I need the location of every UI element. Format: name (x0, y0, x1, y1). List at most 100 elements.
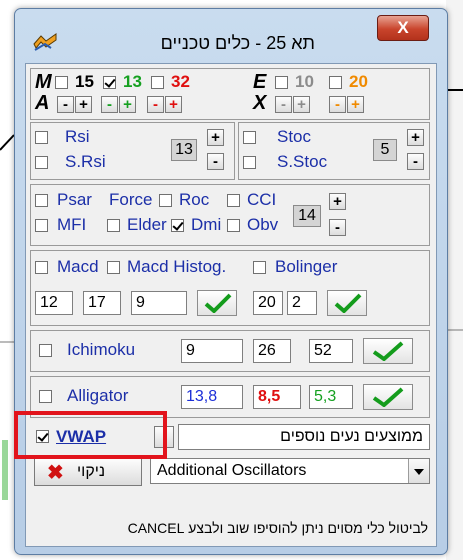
bolinger-checkbox[interactable] (253, 261, 266, 274)
ema-checkbox-2[interactable] (329, 76, 342, 89)
bolinger-label: Bolinger (275, 257, 338, 276)
stoc-checkbox[interactable] (243, 131, 256, 144)
alligator-checkbox[interactable] (39, 390, 52, 403)
rsi-period-value: 13 (171, 139, 197, 161)
close-button[interactable]: X (377, 15, 429, 41)
ma-period-1: 15 (75, 72, 94, 91)
ma3-plus-button[interactable]: + (165, 96, 182, 113)
alligator-jaw-input[interactable]: 13,8 (181, 385, 243, 409)
alligator-label: Alligator (67, 386, 129, 405)
moving-averages-combo-value: ממוצעים נעים נוספים (280, 428, 423, 445)
macd-fast-input[interactable]: 12 (35, 291, 73, 315)
obv-checkbox[interactable] (227, 219, 240, 232)
cci-minus-button[interactable]: - (329, 219, 346, 236)
macd-signal-input[interactable]: 9 (131, 291, 187, 315)
clear-x-icon: ✖ (47, 462, 64, 484)
ma-period-3: 32 (171, 72, 190, 91)
ichimoku-checkbox[interactable] (39, 344, 52, 357)
force-checkbox[interactable] (35, 219, 48, 232)
roc-checkbox[interactable] (159, 194, 172, 207)
ema1-plus-button[interactable]: + (293, 96, 310, 113)
macd-histog-checkbox[interactable] (107, 261, 120, 274)
cci-plus-button[interactable]: + (329, 193, 346, 210)
stoc-group: Stoc S.Stoc 5 + - (238, 122, 430, 180)
ichimoku-tenkan-input[interactable]: 9 (181, 339, 243, 363)
ma-checkbox-2[interactable] (103, 76, 116, 89)
clear-button[interactable]: ✖ ניקוי (34, 458, 142, 486)
cci-checkbox[interactable] (227, 194, 240, 207)
checkmark-icon (204, 293, 232, 313)
force-label: Force (109, 190, 153, 209)
stoc-minus-button[interactable]: - (407, 153, 424, 170)
sstoc-checkbox[interactable] (243, 156, 256, 169)
macd-apply-button[interactable] (197, 290, 237, 316)
ma2-plus-button[interactable]: + (119, 96, 136, 113)
ema2-minus-button[interactable]: - (329, 96, 346, 113)
ma3-minus-button[interactable]: - (147, 96, 164, 113)
alligator-apply-button[interactable] (363, 384, 413, 410)
oscillators-group: Psar MFI Force Elder Roc Dmi CCI Obv 14 … (30, 184, 430, 246)
elder-checkbox[interactable] (107, 219, 120, 232)
footer-note: לביטול כלי מסוים ניתן להוסיפו שוב ולבצע … (127, 520, 428, 536)
chevron-down-icon[interactable] (408, 459, 429, 483)
rsi-group: Rsi S.Rsi 13 + - (30, 122, 235, 180)
rsi-label: Rsi (65, 127, 90, 146)
ma1-plus-button[interactable]: + (75, 96, 92, 113)
additional-oscillators-combo[interactable]: Additional Oscillators (150, 458, 430, 484)
rsi-minus-button[interactable]: - (207, 153, 224, 170)
bolinger-dev-input[interactable]: 2 (287, 291, 317, 315)
macd-label: Macd (57, 257, 99, 276)
psar-label: Psar (57, 190, 92, 209)
checkmark-icon (372, 341, 404, 361)
ema-period-1: 10 (295, 72, 314, 91)
ichimoku-kijun-input[interactable]: 26 (253, 339, 291, 363)
elder-label: Elder (127, 215, 167, 234)
rsi-plus-button[interactable]: + (207, 129, 224, 146)
checkmark-icon (334, 293, 362, 313)
ma2-minus-button[interactable]: - (101, 96, 118, 113)
ema-checkbox-1[interactable] (275, 76, 288, 89)
ma-checkbox-1[interactable] (55, 76, 68, 89)
ma1-minus-button[interactable]: - (57, 96, 74, 113)
psar-checkbox[interactable] (35, 194, 48, 207)
title-bar[interactable]: תא 25 - כלים טכניים X (15, 9, 447, 63)
alligator-lips-input[interactable]: 5,3 (309, 385, 353, 409)
clear-label: ניקוי (77, 463, 106, 480)
macd-slow-input[interactable]: 17 (83, 291, 121, 315)
stoc-label: Stoc (277, 127, 312, 146)
sstoc-label: S.Stoc (277, 152, 328, 171)
ema1-minus-button[interactable]: - (275, 96, 292, 113)
ichimoku-senkou-input[interactable]: 52 (309, 339, 353, 363)
srsi-label: S.Rsi (65, 152, 106, 171)
srsi-checkbox[interactable] (35, 156, 48, 169)
dmi-checkbox[interactable] (171, 219, 184, 232)
cci-period-value: 14 (293, 205, 321, 227)
dmi-label: Dmi (191, 215, 222, 234)
rsi-checkbox[interactable] (35, 131, 48, 144)
macd-bolinger-group: Macd Macd Histog. Bolinger 12 17 9 20 2 (30, 250, 430, 326)
a-label: A (35, 92, 50, 114)
macd-checkbox[interactable] (35, 261, 48, 274)
moving-averages-combo[interactable]: ממוצעים נעים נוספים (178, 424, 430, 450)
window-title: תא 25 - כלים טכניים (160, 33, 315, 53)
obv-label: Obv (247, 215, 279, 234)
stoc-plus-button[interactable]: + (407, 129, 424, 146)
cci-label: CCI (247, 190, 277, 209)
checkmark-icon (372, 387, 404, 407)
bolinger-apply-button[interactable] (327, 290, 367, 316)
alligator-teeth-input[interactable]: 8,5 (253, 385, 301, 409)
additional-oscillators-value: Additional Oscillators (157, 462, 307, 479)
ichimoku-apply-button[interactable] (363, 338, 413, 364)
stoc-period-value: 5 (373, 139, 397, 161)
additional-row: ✖ ניקוי Additional Oscillators (30, 456, 430, 488)
ema2-plus-button[interactable]: + (347, 96, 364, 113)
technical-tools-window: תא 25 - כלים טכניים X M 15 13 32 E 10 20… (14, 8, 448, 555)
bolinger-period-input[interactable]: 20 (253, 291, 283, 315)
m-label: M (35, 71, 52, 93)
dialog-body: M 15 13 32 E 10 20 A - + - + - + X - + -… (25, 63, 437, 547)
x-label: X (253, 92, 267, 114)
ma-checkbox-3[interactable] (151, 76, 164, 89)
roc-label: Roc (179, 190, 210, 209)
ichimoku-label: Ichimoku (67, 340, 136, 359)
vwap-highlight-box (14, 411, 167, 459)
